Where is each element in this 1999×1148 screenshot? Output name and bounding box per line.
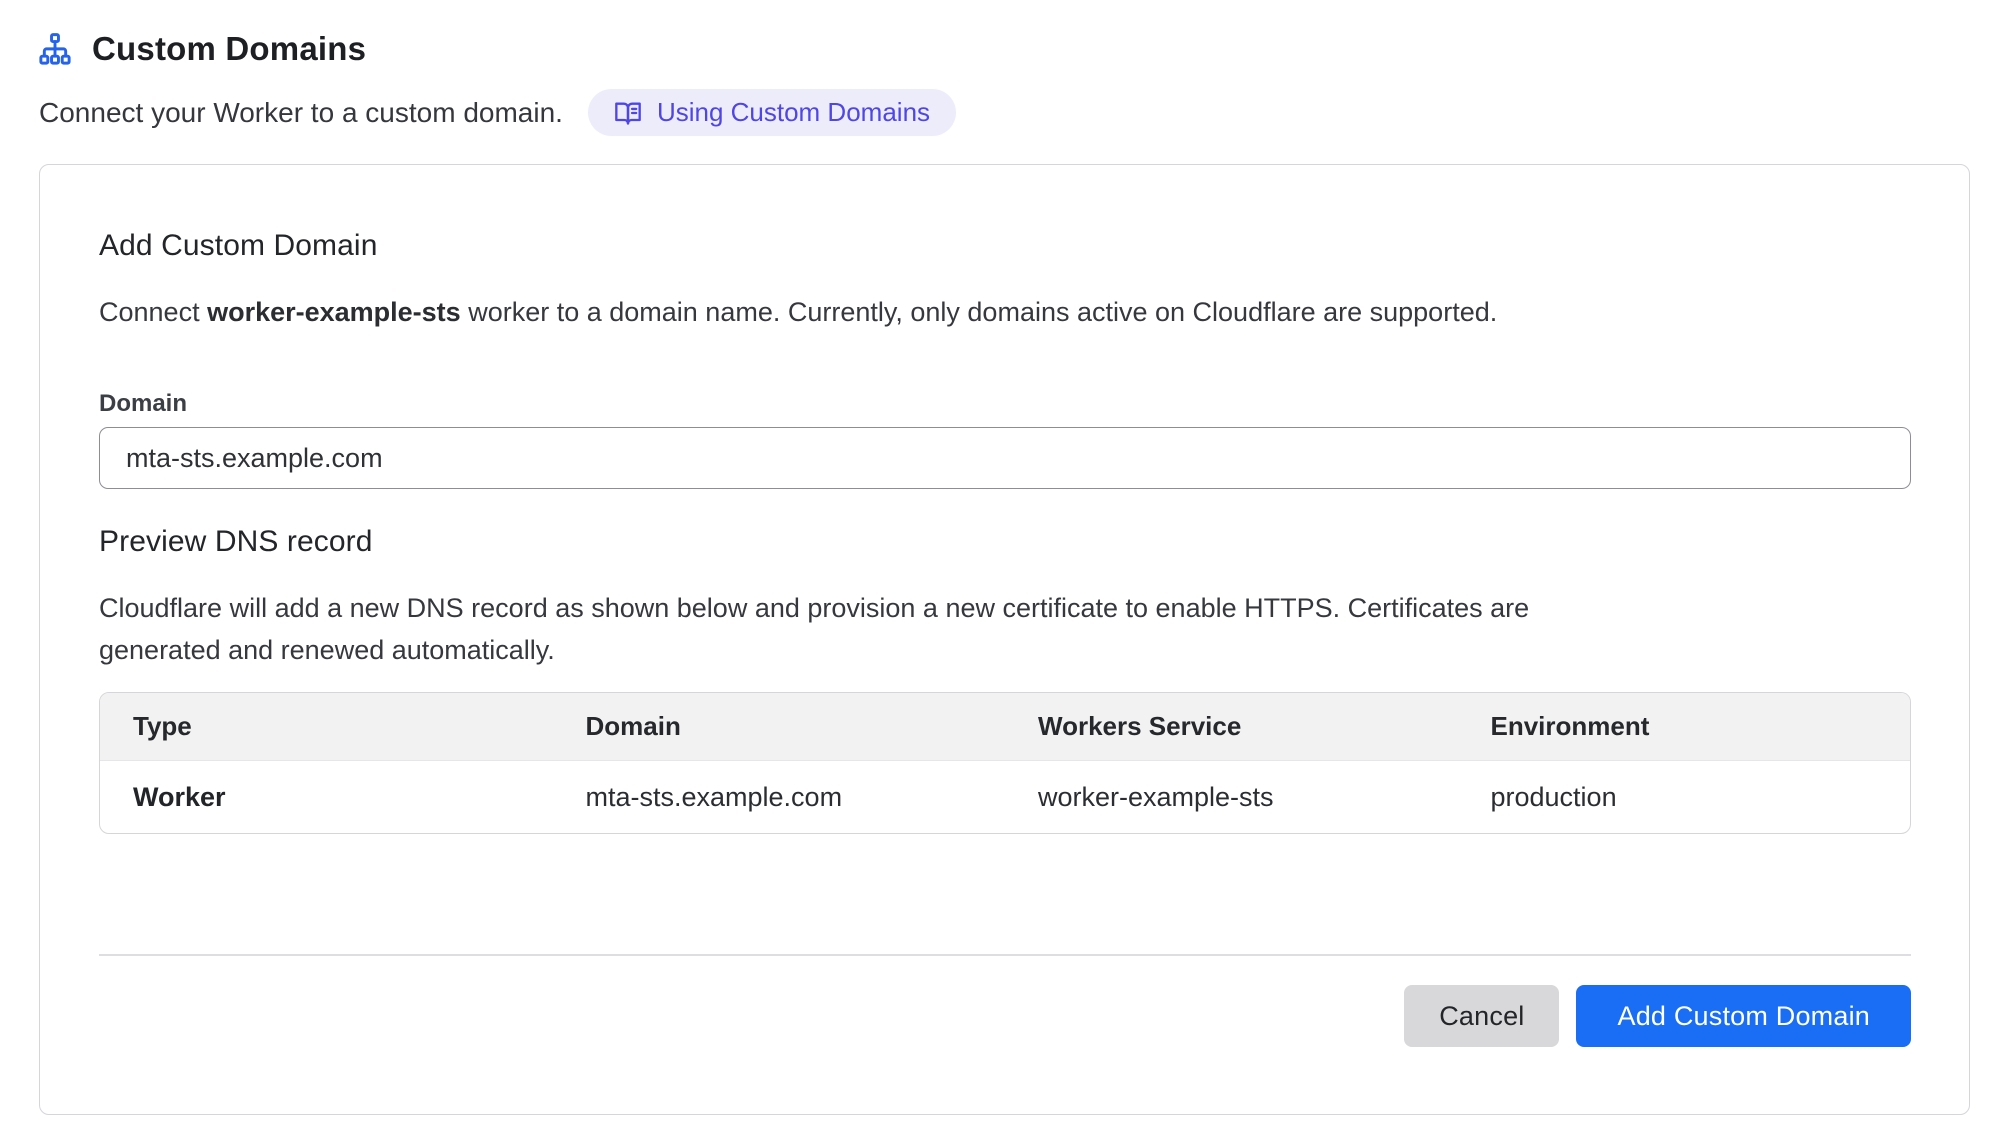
- page-title: Custom Domains: [92, 30, 366, 68]
- book-open-icon: [614, 99, 642, 127]
- card-intro-text: Connect worker-example-sts worker to a d…: [99, 297, 1909, 328]
- page-subtitle: Connect your Worker to a custom domain.: [39, 97, 563, 129]
- intro-suffix: worker to a domain name. Currently, only…: [461, 297, 1498, 327]
- docs-link-label: Using Custom Domains: [657, 97, 930, 128]
- card-heading: Add Custom Domain: [99, 229, 1909, 263]
- custom-domains-page: Custom Domains Connect your Worker to a …: [0, 0, 1999, 1115]
- footer-divider: [99, 954, 1911, 956]
- intro-prefix: Connect: [99, 297, 207, 327]
- preview-dns-description: Cloudflare will add a new DNS record as …: [99, 587, 1609, 671]
- cell-type: Worker: [100, 761, 553, 833]
- worker-name: worker-example-sts: [207, 297, 461, 327]
- dns-preview-table: Type Domain Workers Service Environment …: [99, 692, 1911, 834]
- table-row: Worker mta-sts.example.com worker-exampl…: [100, 761, 1910, 833]
- column-header-domain: Domain: [553, 693, 1006, 760]
- table-header-row: Type Domain Workers Service Environment: [100, 693, 1910, 761]
- sitemap-icon: [39, 33, 71, 65]
- column-header-environment: Environment: [1458, 693, 1911, 760]
- domain-field-label: Domain: [99, 390, 1909, 418]
- cell-environment: production: [1458, 761, 1911, 833]
- cell-domain: mta-sts.example.com: [553, 761, 1006, 833]
- domain-input[interactable]: [99, 427, 1911, 489]
- action-buttons: Cancel Add Custom Domain: [99, 985, 1911, 1047]
- docs-link-badge[interactable]: Using Custom Domains: [588, 89, 956, 136]
- add-custom-domain-button[interactable]: Add Custom Domain: [1576, 985, 1911, 1047]
- column-header-type: Type: [100, 693, 553, 760]
- page-subheader: Connect your Worker to a custom domain. …: [39, 89, 1970, 136]
- preview-dns-heading: Preview DNS record: [99, 525, 1909, 559]
- cancel-button[interactable]: Cancel: [1404, 985, 1559, 1047]
- column-header-workers-service: Workers Service: [1005, 693, 1458, 760]
- add-custom-domain-card: Add Custom Domain Connect worker-example…: [39, 164, 1970, 1115]
- page-header: Custom Domains: [39, 30, 1970, 68]
- cell-workers-service: worker-example-sts: [1005, 761, 1458, 833]
